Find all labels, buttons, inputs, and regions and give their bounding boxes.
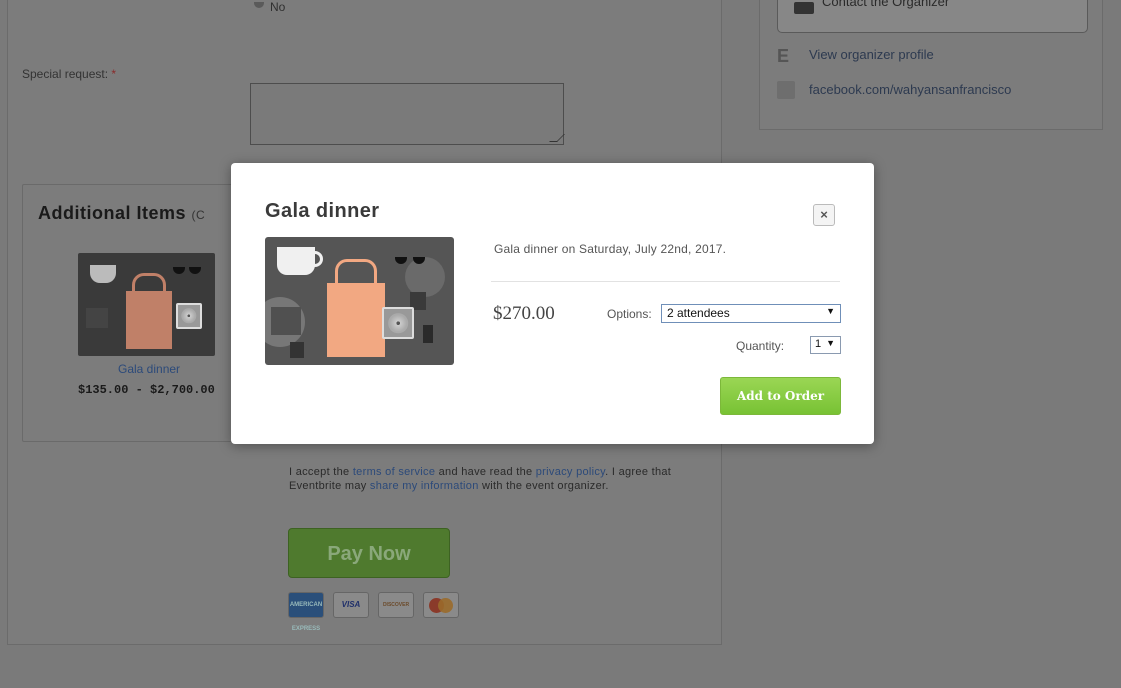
additional-items-title: Additional Items (C (38, 203, 206, 223)
special-request-textarea[interactable] (250, 83, 565, 145)
discover-card-icon: DISCOVER (378, 592, 414, 618)
options-label: Options: (607, 307, 652, 321)
options-select[interactable]: 2 attendees ▼ (661, 304, 841, 323)
divider (491, 281, 840, 282)
quantity-label: Quantity: (736, 339, 785, 353)
special-request-label: Special request: * (22, 67, 117, 81)
dropdown-arrow-icon: ▼ (826, 338, 835, 348)
item-price-range: $135.00 - $2,700.00 (78, 383, 215, 397)
payment-cards: AMERICAN EXPRESS VISA DISCOVER (288, 592, 459, 632)
mastercard-card-icon (423, 592, 459, 618)
eventbrite-e-icon: E (777, 46, 790, 66)
envelope-icon (794, 2, 814, 14)
terms-of-service-link[interactable]: terms of service (353, 466, 435, 478)
radio-no-label: No (270, 0, 286, 14)
resize-grip-icon (549, 134, 565, 142)
item-image (265, 237, 454, 365)
privacy-policy-link[interactable]: privacy policy (536, 466, 605, 478)
item-description: Gala dinner on Saturday, July 22nd, 2017… (494, 242, 727, 256)
quantity-select[interactable]: 1 ▼ (810, 336, 841, 354)
terms-text: I accept the terms of service and have r… (289, 466, 672, 492)
close-icon[interactable]: × (813, 204, 835, 226)
item-name-link[interactable]: Gala dinner (118, 362, 180, 376)
add-to-order-button[interactable]: Add to Order (720, 377, 841, 415)
item-price: $270.00 (493, 303, 555, 324)
visa-card-icon: VISA (333, 592, 369, 618)
facebook-icon (777, 81, 795, 99)
modal-title: Gala dinner (265, 200, 380, 222)
add-item-modal: Gala dinner × Gala dinner on Saturday, J… (231, 163, 874, 444)
gala-dinner-thumbnail[interactable] (78, 253, 215, 356)
required-mark: * (111, 67, 117, 81)
pay-now-button[interactable]: Pay Now (288, 528, 450, 578)
dropdown-arrow-icon: ▼ (826, 306, 835, 316)
amex-card-icon: AMERICAN EXPRESS (288, 592, 324, 632)
contact-organizer-button[interactable]: Contact the Organizer (777, 0, 1088, 33)
share-info-link[interactable]: share my information (370, 480, 479, 492)
